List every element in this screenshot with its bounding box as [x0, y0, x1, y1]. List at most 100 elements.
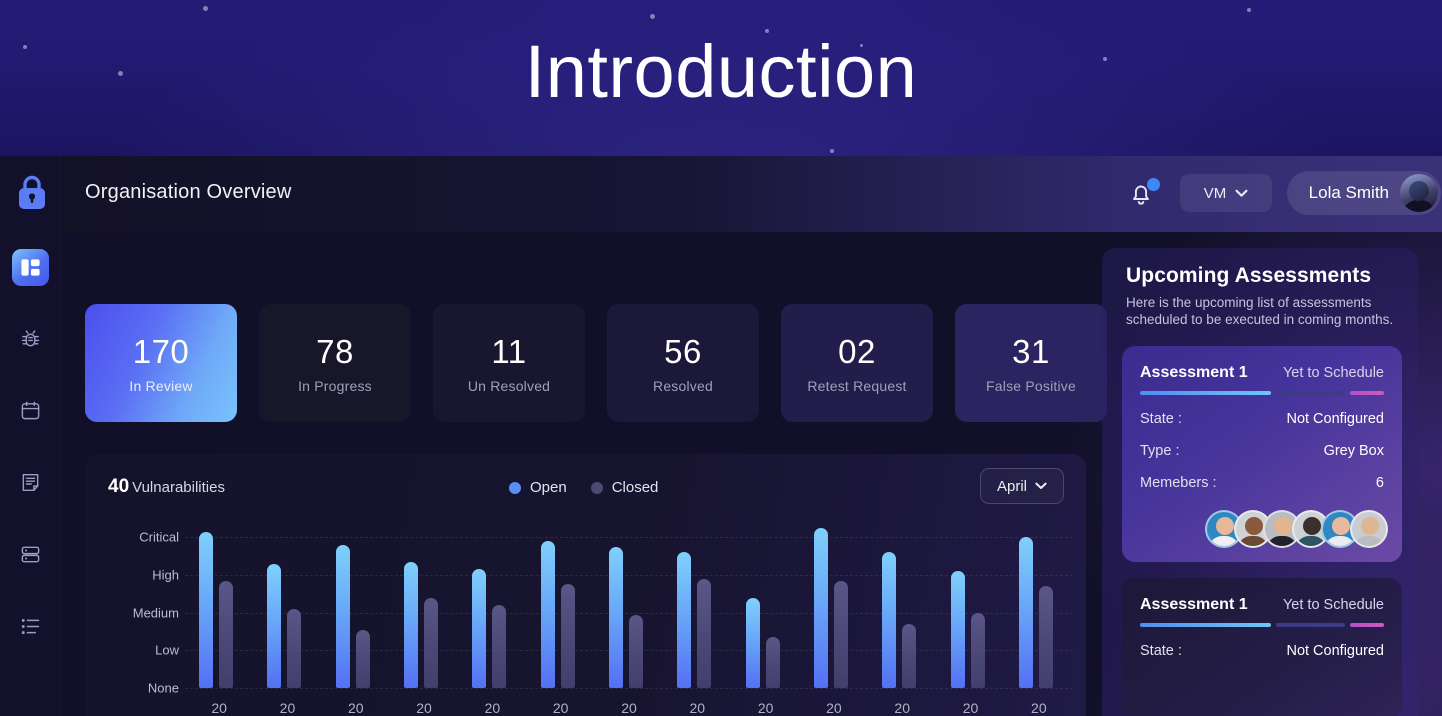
bar-closed[interactable]	[287, 608, 302, 688]
sidebar-item-bugs[interactable]	[12, 321, 49, 358]
bar-group[interactable]	[605, 526, 653, 688]
sidebar-item-list[interactable]	[12, 608, 49, 645]
x-axis-label: 20	[689, 700, 706, 716]
bar-group[interactable]	[332, 526, 380, 688]
bar-open[interactable]	[813, 527, 828, 688]
sidebar-item-assets[interactable]	[12, 536, 49, 573]
panel-subtitle: Here is the upcoming list of assessments…	[1126, 295, 1394, 327]
stat-card-in-progress[interactable]: 78 In Progress	[259, 304, 411, 422]
assessment-status: Yet to Schedule	[1282, 597, 1384, 613]
bar-group[interactable]	[742, 526, 790, 688]
bar-group[interactable]	[468, 526, 516, 688]
bar-closed[interactable]	[492, 605, 507, 688]
stat-card-row: 170 In Review 78 In Progress 11 Un Resol…	[85, 304, 1107, 422]
stat-value: 11	[491, 332, 527, 370]
chart-bars	[185, 526, 1073, 688]
x-axis-label: 20	[552, 700, 569, 716]
bar-open[interactable]	[267, 563, 282, 688]
assessment-card[interactable]: Assessment 1 Yet to Schedule State : Not…	[1122, 346, 1402, 562]
assessment-state-key: State :	[1140, 643, 1182, 659]
bug-icon	[21, 330, 40, 347]
intro-banner: Introduction	[0, 0, 1442, 156]
assessment-type-value: Grey Box	[1323, 443, 1384, 459]
bar-open[interactable]	[404, 561, 419, 688]
user-menu[interactable]: Lola Smith	[1286, 171, 1441, 215]
legend-item-closed: Closed	[590, 479, 659, 496]
x-axis-label: 20	[211, 700, 227, 716]
assessment-progress	[1140, 391, 1384, 395]
bar-group[interactable]	[263, 526, 311, 688]
star-dot	[203, 6, 208, 11]
stat-card-in-review[interactable]: 170 In Review	[85, 304, 237, 422]
bar-closed[interactable]	[1038, 586, 1053, 688]
gridline	[185, 688, 1073, 689]
bar-closed[interactable]	[629, 614, 643, 688]
x-axis-label: 20	[416, 700, 432, 716]
bar-closed[interactable]	[833, 580, 848, 688]
x-axis-label: 20	[826, 700, 842, 716]
bar-closed[interactable]	[560, 584, 575, 688]
bar-group[interactable]	[673, 526, 721, 688]
list-icon	[21, 618, 40, 635]
bar-open[interactable]	[540, 541, 555, 688]
bar-closed[interactable]	[355, 629, 370, 688]
stat-card-un-resolved[interactable]: 11 Un Resolved	[433, 304, 585, 422]
x-axis-label: 20	[757, 700, 774, 716]
sidebar-item-reports[interactable]	[12, 464, 49, 501]
member-avatar-group[interactable]	[1205, 510, 1388, 548]
stat-card-retest-request[interactable]: 02 Retest Request	[781, 304, 933, 422]
y-axis-label: Medium	[132, 605, 179, 621]
avatar	[1350, 510, 1388, 548]
stat-card-resolved[interactable]: 56 Resolved	[607, 304, 759, 422]
stat-card-false-positive[interactable]: 31 False Positive	[955, 304, 1107, 422]
assessment-state-value: Not Configured	[1286, 411, 1384, 427]
bar-group[interactable]	[947, 526, 995, 688]
vulnerabilities-chart-card: 40 Vulnarabilities Open Closed April Cri…	[85, 454, 1086, 716]
bar-group[interactable]	[1015, 526, 1063, 688]
progress-segment-complete	[1140, 623, 1271, 627]
vulnerability-count: 40 Vulnarabilities	[108, 476, 225, 498]
bar-group[interactable]	[878, 526, 926, 688]
x-axis-label: 20	[347, 700, 364, 716]
stat-label: Resolved	[653, 377, 713, 394]
progress-segment-pending	[1275, 391, 1346, 395]
progress-segment-remaining	[1350, 391, 1384, 395]
bar-open[interactable]	[745, 597, 760, 688]
bar-group[interactable]	[400, 526, 448, 688]
sidebar-item-dashboard[interactable]	[12, 249, 49, 286]
bar-closed[interactable]	[902, 623, 917, 688]
bar-open[interactable]	[677, 552, 692, 688]
stat-value: 56	[664, 332, 702, 370]
assessment-card[interactable]: Assessment 1 Yet to Schedule State : Not…	[1122, 578, 1402, 716]
month-select[interactable]: April	[980, 468, 1064, 504]
chart-x-axis: 20 20 20 20 20 20 20 20 20 20 20 20 20	[185, 700, 1073, 716]
assessment-state-row: State : Not Configured	[1140, 411, 1384, 427]
legend-label: Closed	[611, 479, 659, 496]
bar-group[interactable]	[537, 526, 585, 688]
bar-closed[interactable]	[765, 637, 780, 688]
bar-open[interactable]	[882, 552, 897, 688]
bar-open[interactable]	[1018, 537, 1033, 688]
bar-group[interactable]	[195, 526, 243, 688]
bar-closed[interactable]	[697, 578, 712, 688]
stat-label: False Positive	[986, 377, 1076, 394]
star-dot	[1247, 8, 1251, 12]
sidebar-item-calendar[interactable]	[12, 392, 49, 429]
bar-open[interactable]	[472, 569, 487, 688]
org-select[interactable]: VM	[1180, 174, 1272, 212]
star-dot	[650, 14, 655, 19]
bar-open[interactable]	[335, 544, 350, 688]
bar-group[interactable]	[810, 526, 858, 688]
bar-open[interactable]	[950, 571, 965, 688]
legend-item-open: Open	[509, 479, 567, 496]
assessment-name: Assessment 1	[1140, 596, 1248, 613]
avatar	[1400, 174, 1438, 212]
bar-closed[interactable]	[424, 597, 439, 688]
progress-segment-remaining	[1350, 623, 1384, 627]
bar-closed[interactable]	[970, 612, 985, 688]
app-window: Organisation Overview VM Lola Smith 170 …	[0, 156, 1442, 716]
y-axis-label: None	[147, 680, 179, 696]
bar-open[interactable]	[609, 546, 623, 688]
bar-closed[interactable]	[219, 580, 234, 688]
bar-open[interactable]	[199, 531, 214, 688]
